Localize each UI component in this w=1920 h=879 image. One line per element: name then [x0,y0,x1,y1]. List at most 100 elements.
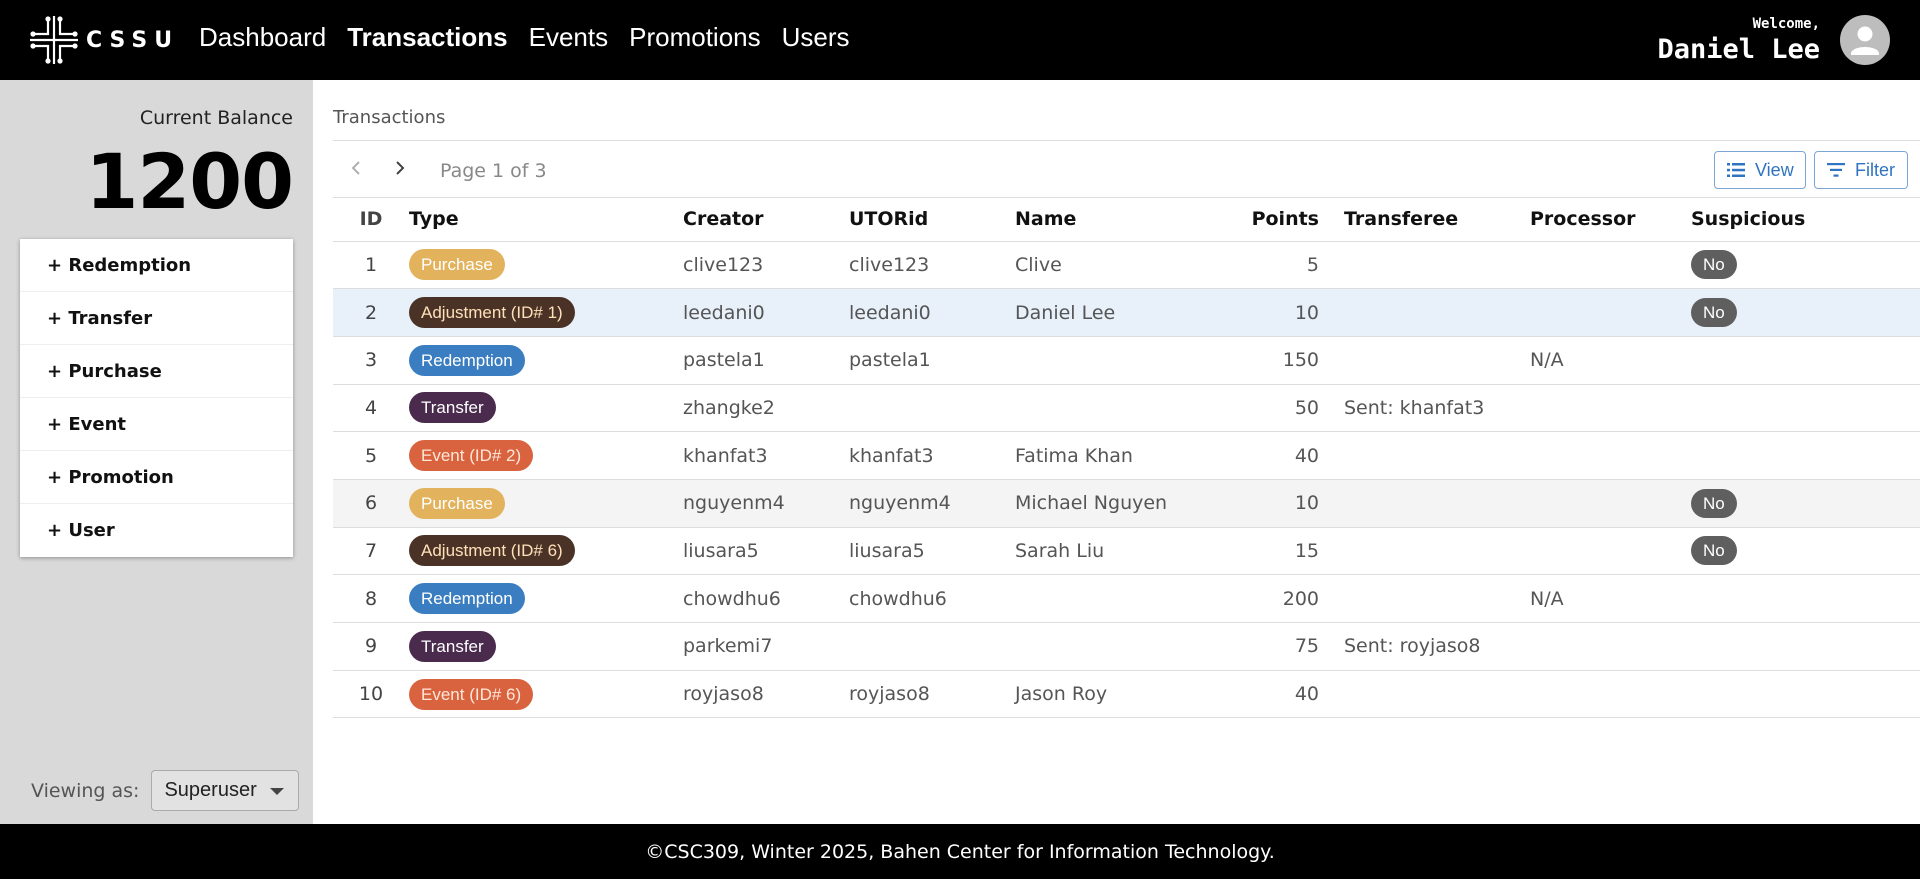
main-nav: Dashboard Transactions Events Promotions… [199,22,871,53]
cell-id: 4 [333,384,409,433]
cell-points: 50 [1237,384,1319,433]
filter-button[interactable]: Filter [1814,151,1908,189]
cell-name: Michael Nguyen [1015,479,1237,528]
cell-transferee [1319,431,1530,480]
cell-transferee: Sent: royjaso8 [1319,622,1530,671]
cell-processor: N/A [1530,336,1691,385]
table-row[interactable]: 1 Purchase clive123 clive123 Clive 5 No [333,241,1920,290]
filter-icon [1827,163,1845,177]
cell-suspicious [1691,431,1920,480]
table-row[interactable]: 5 Event (ID# 2) khanfat3 khanfat3 Fatima Kha… [333,431,1920,480]
col-name[interactable]: Name [1015,198,1237,242]
cell-suspicious [1691,574,1920,623]
view-button-label: View [1755,159,1794,180]
col-suspicious[interactable]: Suspicious [1691,198,1920,242]
quick-actions-menu: + Redemption + Transfer + Purchase + Eve… [20,239,293,557]
cell-processor [1530,670,1691,719]
cell-transferee [1319,241,1530,290]
main-content: Transactions Page 1 of 3 View Filter ID … [313,80,1920,824]
col-type[interactable]: Type [409,198,683,242]
add-redemption-button[interactable]: + Redemption [20,239,293,292]
cell-utorid [849,384,1015,433]
cell-creator: pastela1 [683,336,849,385]
cell-utorid: khanfat3 [849,431,1015,480]
cell-utorid: pastela1 [849,336,1015,385]
table-row[interactable]: 7 Adjustment (ID# 6) liusara5 liusara5 Sarah… [333,527,1920,576]
cell-suspicious [1691,336,1920,385]
balance-label: Current Balance [139,107,293,129]
table-row[interactable]: 10 Event (ID# 6) royjaso8 royjaso8 Jason Roy… [333,670,1920,719]
cell-processor [1530,241,1691,290]
type-badge: Adjustment (ID# 6) [409,535,575,567]
cell-suspicious: No [1691,527,1920,576]
cell-points: 200 [1237,574,1319,623]
table-body: 1 Purchase clive123 clive123 Clive 5 No 2 Adjust… [333,241,1920,719]
chevron-right-icon[interactable] [393,157,407,185]
cell-processor [1530,527,1691,576]
col-processor[interactable]: Processor [1530,198,1691,242]
cell-processor: N/A [1530,574,1691,623]
chevron-left-icon[interactable] [349,157,363,185]
footer-text: ©CSC309, Winter 2025, Bahen Center for I… [645,840,1275,863]
cell-utorid: royjaso8 [849,670,1015,719]
top-navbar: CSSU Dashboard Transactions Events Promo… [0,0,1920,80]
table-row[interactable]: 6 Purchase nguyenm4 nguyenm4 Michael Nguyen 1… [333,479,1920,528]
list-icon [1727,162,1745,178]
add-event-button[interactable]: + Event [20,398,293,451]
add-user-button[interactable]: + User [20,504,293,557]
cell-processor [1530,479,1691,528]
cell-type: Redemption [409,336,683,385]
cell-type: Transfer [409,384,683,433]
cell-points: 150 [1237,336,1319,385]
cell-creator: clive123 [683,241,849,290]
col-points[interactable]: Points [1237,198,1319,242]
col-utorid[interactable]: UTORid [849,198,1015,242]
footer: ©CSC309, Winter 2025, Bahen Center for I… [0,824,1920,879]
type-badge: Event (ID# 2) [409,440,534,472]
type-badge: Adjustment (ID# 1) [409,297,575,329]
table-row[interactable]: 9 Transfer parkemi7 75 Sent: royjaso8 [333,622,1920,671]
cell-name: Sarah Liu [1015,527,1237,576]
table-row[interactable]: 2 Adjustment (ID# 1) leedani0 leedani0 Danie… [333,288,1920,337]
col-id[interactable]: ID [333,198,409,242]
cell-name: Fatima Khan [1015,431,1237,480]
nav-transactions[interactable]: Transactions [347,22,507,53]
nav-dashboard[interactable]: Dashboard [199,22,326,53]
cell-id: 7 [333,527,409,576]
viewing-as: Viewing as: Superuser [31,770,300,811]
balance-value: 1200 [85,137,294,226]
cell-processor [1530,431,1691,480]
table-row[interactable]: 4 Transfer zhangke2 50 Sent: khanfat3 [333,384,1920,433]
cell-points: 75 [1237,622,1319,671]
cell-type: Purchase [409,241,683,290]
view-button[interactable]: View [1714,151,1806,189]
caret-down-icon [270,788,285,795]
nav-promotions[interactable]: Promotions [629,22,761,53]
col-transferee[interactable]: Transferee [1319,198,1530,242]
cell-suspicious [1691,384,1920,433]
nav-events[interactable]: Events [529,22,609,53]
cell-type: Redemption [409,574,683,623]
avatar[interactable] [1840,15,1890,65]
user-name: Daniel Lee [1657,34,1820,65]
add-transfer-button[interactable]: + Transfer [20,292,293,345]
table-row[interactable]: 8 Redemption chowdhu6 chowdhu6 200 N/A [333,574,1920,623]
type-badge: Redemption [409,583,525,615]
col-creator[interactable]: Creator [683,198,849,242]
cell-creator: parkemi7 [683,622,849,671]
nav-users[interactable]: Users [782,22,850,53]
table-row[interactable]: 3 Redemption pastela1 pastela1 150 N/A [333,336,1920,385]
cell-type: Adjustment (ID# 1) [409,288,683,337]
sidebar: Current Balance 1200 + Redemption + Tran… [0,80,313,824]
cell-transferee [1319,479,1530,528]
suspicious-badge: No [1691,488,1737,518]
role-select[interactable]: Superuser [151,770,300,811]
cssu-logo[interactable]: CSSU [28,14,179,66]
cell-id: 1 [333,241,409,290]
add-purchase-button[interactable]: + Purchase [20,345,293,398]
cell-id: 9 [333,622,409,671]
page-indicator: Page 1 of 3 [440,160,547,182]
circuit-logo-icon [30,16,78,64]
cell-creator: nguyenm4 [683,479,849,528]
add-promotion-button[interactable]: + Promotion [20,451,293,504]
